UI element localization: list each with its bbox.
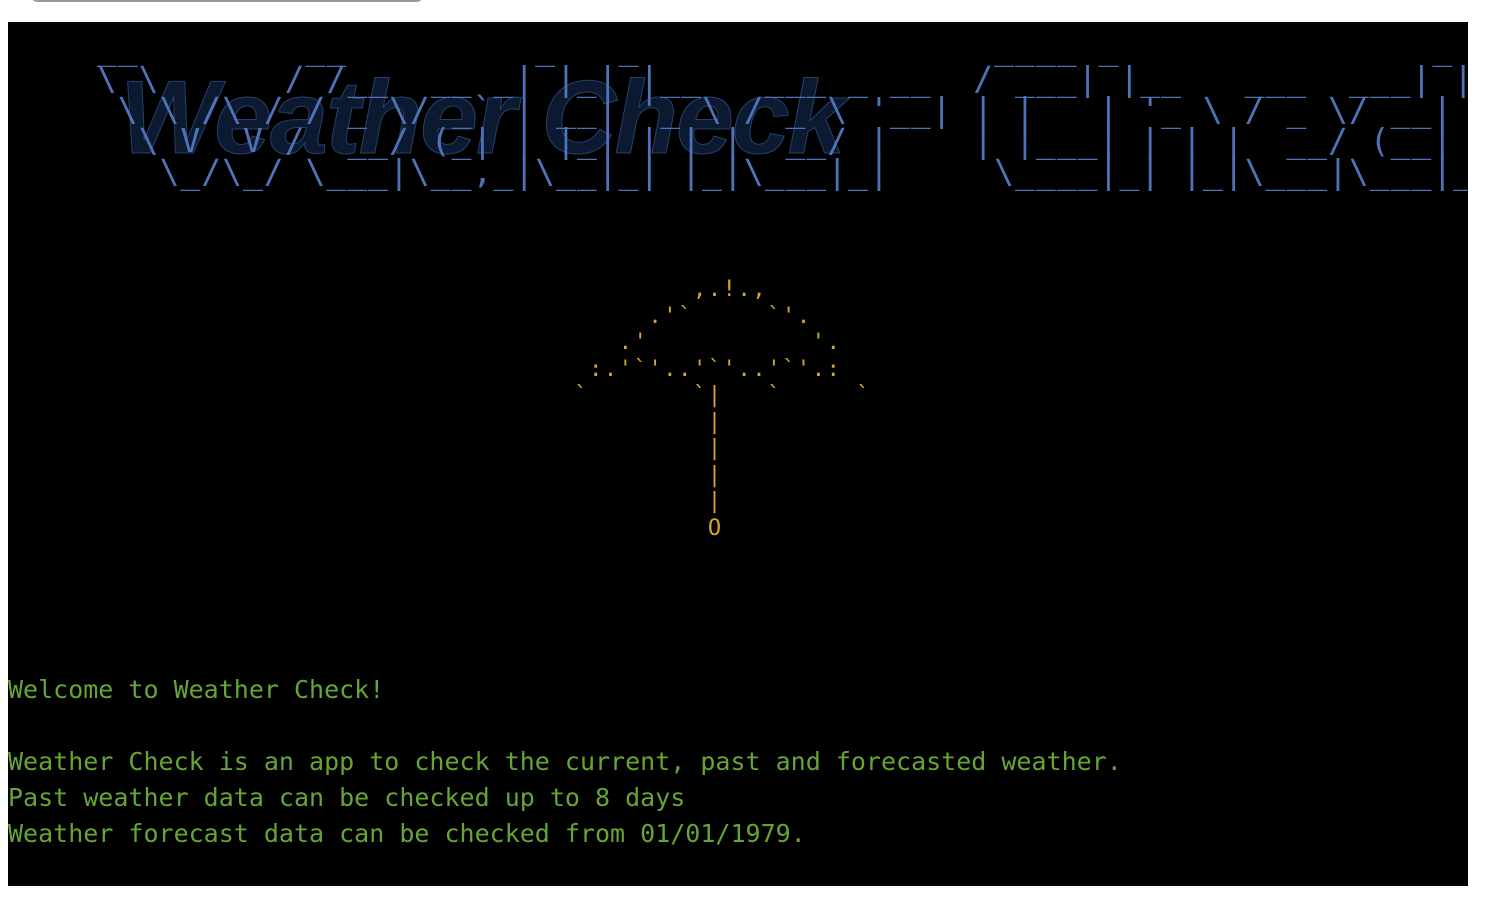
app-banner: Weather Check __ __ _ _ ____ _ _ \ \ / /… [76,28,1468,191]
terminal-window[interactable]: Weather Check __ __ _ _ ____ _ _ \ \ / /… [8,22,1468,886]
browser-tab[interactable] [30,0,424,2]
blank-line [8,708,1122,744]
console-output: Welcome to Weather Check! Weather Check … [8,672,1122,852]
banner-ascii-art: __ __ _ _ ____ _ _ \ \ / /__ __ _| |_| |… [96,28,1468,191]
past-data-line: Past weather data can be checked up to 8… [8,783,686,812]
welcome-line: Welcome to Weather Check! [8,675,385,704]
umbrella-ascii-art: ,.!., .'` `'. .' '. :.'`'..'`'..'`'.: ` … [574,277,872,541]
forecast-data-line: Weather forecast data can be checked fro… [8,819,806,848]
description-line: Weather Check is an app to check the cur… [8,747,1122,776]
